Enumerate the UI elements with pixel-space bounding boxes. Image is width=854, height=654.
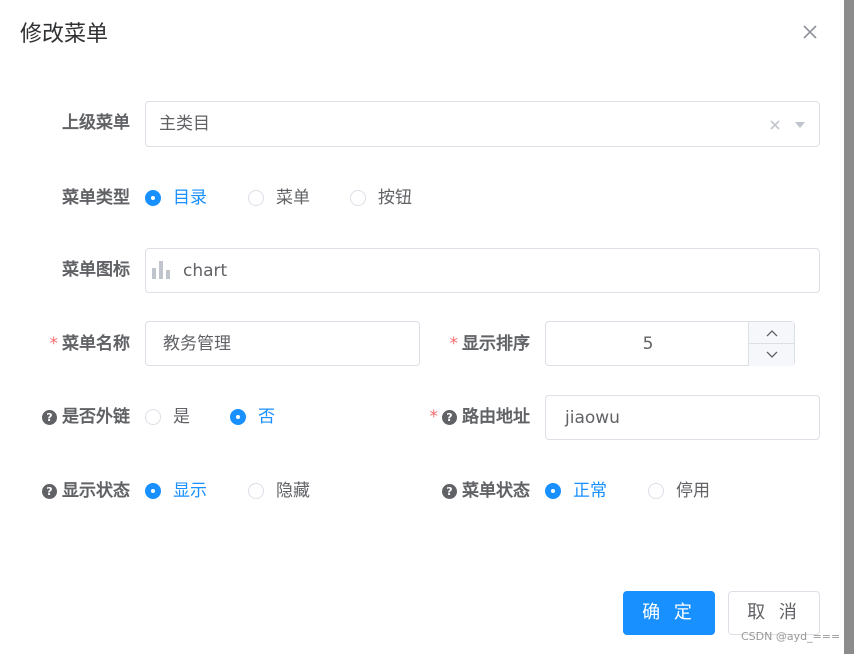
route-path-label: *? 路由地址	[429, 407, 531, 427]
radio-dot	[145, 409, 161, 425]
increase-button[interactable]	[749, 322, 794, 344]
parent-menu-select[interactable]: 主类目	[145, 101, 820, 147]
caret-down-icon[interactable]	[794, 121, 806, 129]
parent-menu-label: 上级菜单	[62, 113, 130, 133]
radio-dot	[248, 190, 264, 206]
sort-order-label: * 显示排序	[449, 334, 531, 354]
radio-external-no[interactable]: 否	[230, 405, 275, 429]
menu-name-label: * 菜单名称	[49, 334, 131, 354]
radio-external-yes[interactable]: 是	[145, 405, 190, 429]
clear-icon[interactable]	[769, 119, 781, 131]
close-icon[interactable]	[800, 22, 820, 42]
radio-dot	[230, 409, 246, 425]
radio-button[interactable]: 按钮	[350, 186, 412, 210]
parent-menu-value: 主类目	[159, 114, 210, 134]
edit-menu-dialog: 修改菜单 上级菜单 主类目 菜单类型 目录 菜单 按钮 菜单图标 chart *…	[0, 0, 844, 654]
external-link-label: ? 是否外链	[42, 405, 130, 429]
radio-dot	[145, 483, 161, 499]
sort-order-value: 5	[642, 334, 654, 354]
menu-icon-input[interactable]: chart	[145, 248, 820, 293]
radio-status-normal[interactable]: 正常	[545, 479, 607, 503]
question-icon[interactable]: ?	[42, 484, 57, 499]
required-mark: *	[429, 407, 439, 427]
chevron-up-icon	[766, 329, 777, 336]
sort-order-stepper[interactable]: 5	[545, 321, 795, 366]
question-icon[interactable]: ?	[42, 410, 57, 425]
bar-chart-icon	[152, 261, 170, 279]
menu-name-value: 教务管理	[163, 334, 231, 354]
decrease-button[interactable]	[749, 344, 794, 365]
radio-dot	[545, 483, 561, 499]
menu-status-label: ? 菜单状态	[442, 479, 530, 503]
watermark: CSDN @ayd_===	[741, 630, 841, 643]
radio-status-disabled[interactable]: 停用	[648, 479, 710, 503]
route-path-value: jiaowu	[565, 408, 620, 428]
radio-dot	[648, 483, 664, 499]
radio-menu[interactable]: 菜单	[248, 186, 310, 210]
confirm-button[interactable]: 确 定	[623, 591, 715, 635]
menu-icon-label: 菜单图标	[62, 260, 130, 280]
radio-visible-hide[interactable]: 隐藏	[248, 479, 310, 503]
menu-name-input[interactable]: 教务管理	[145, 321, 420, 366]
radio-visible-show[interactable]: 显示	[145, 479, 207, 503]
question-icon[interactable]: ?	[442, 484, 457, 499]
required-mark: *	[449, 334, 459, 354]
required-mark: *	[49, 334, 59, 354]
radio-dot	[145, 190, 161, 206]
radio-dot	[350, 190, 366, 206]
stepper-controls	[748, 322, 794, 366]
route-path-input[interactable]: jiaowu	[545, 395, 820, 440]
question-icon[interactable]: ?	[442, 410, 457, 425]
menu-icon-value: chart	[183, 261, 228, 281]
chevron-down-icon	[766, 351, 777, 358]
dialog-title: 修改菜单	[20, 22, 109, 47]
visible-status-label: ? 显示状态	[42, 479, 130, 503]
radio-dot	[248, 483, 264, 499]
radio-directory[interactable]: 目录	[145, 186, 207, 210]
menu-type-label: 菜单类型	[62, 188, 130, 208]
backdrop-edge	[844, 0, 854, 654]
